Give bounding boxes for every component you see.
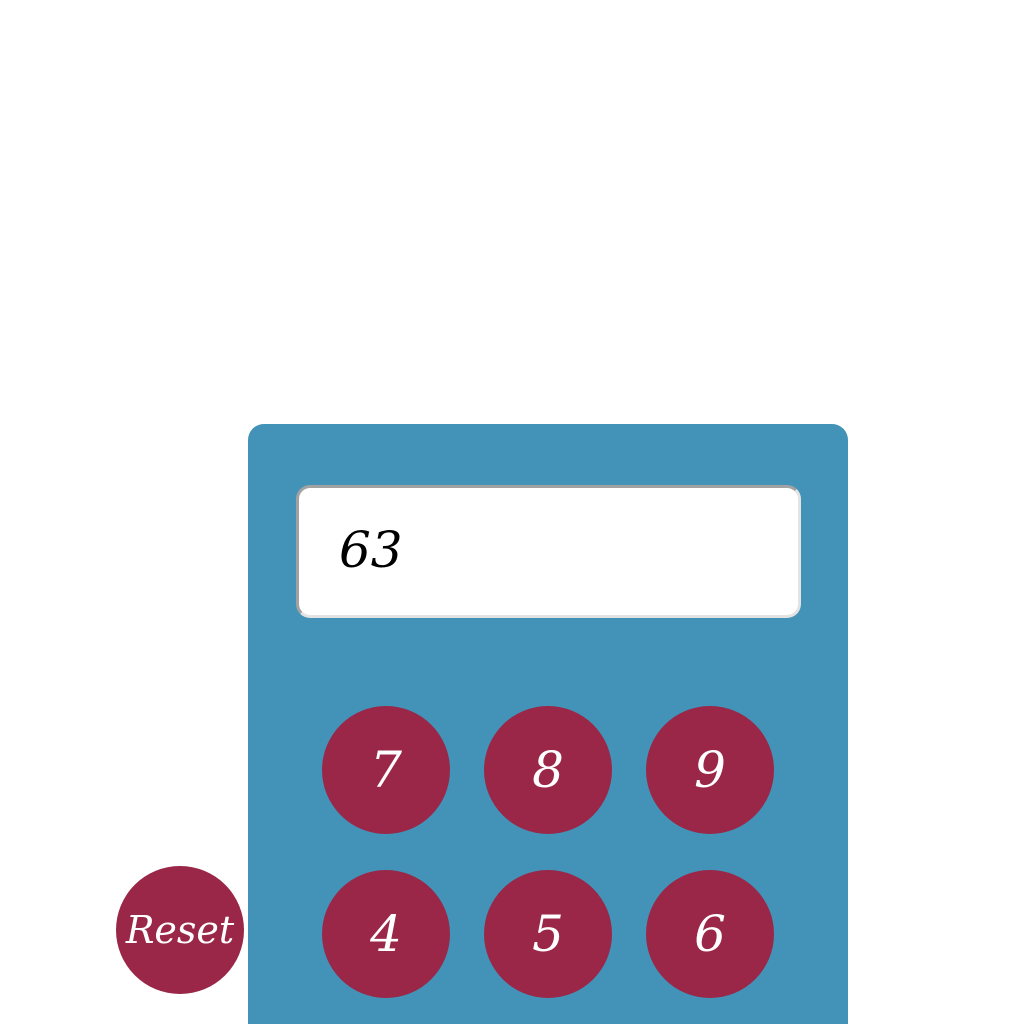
calculator-display: 63 — [296, 485, 801, 618]
key-5[interactable]: 5 — [484, 870, 612, 998]
display-value: 63 — [339, 521, 403, 579]
key-4[interactable]: 4 — [322, 870, 450, 998]
key-9[interactable]: 9 — [646, 706, 774, 834]
page: 63 7 8 9 4 5 6 Reset — [0, 0, 1024, 1024]
key-8[interactable]: 8 — [484, 706, 612, 834]
key-7[interactable]: 7 — [322, 706, 450, 834]
calculator-body: 63 7 8 9 4 5 6 — [248, 424, 848, 1024]
key-6[interactable]: 6 — [646, 870, 774, 998]
reset-button[interactable]: Reset — [116, 866, 244, 994]
